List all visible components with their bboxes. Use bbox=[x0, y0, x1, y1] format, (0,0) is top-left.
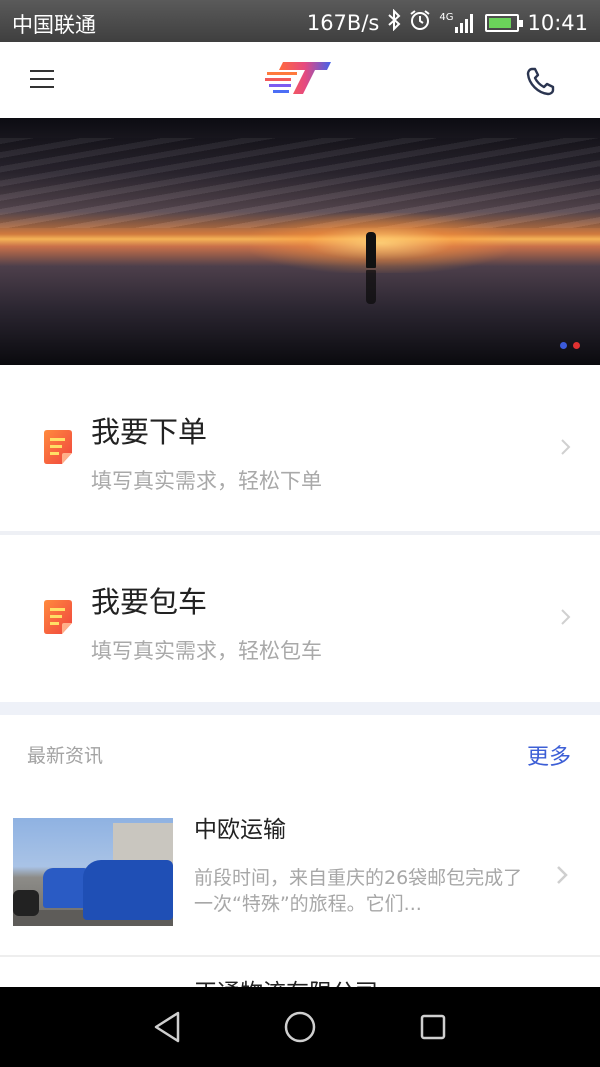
charter-vehicle-card[interactable]: 我要包车 填写真实需求，轻松包车 bbox=[0, 535, 600, 701]
card-title: 我要包车 bbox=[91, 585, 208, 619]
news-section-title: 最新资讯 bbox=[27, 745, 104, 767]
network-type: 4G bbox=[439, 11, 454, 23]
signal-bars-icon bbox=[455, 13, 474, 33]
news-description: 前段时间，来自重庆的26袋邮包完成了一次“特殊”的旅程。它们... bbox=[194, 867, 523, 915]
signal-indicator: 4G bbox=[439, 11, 474, 33]
carrier-name: 中国联通 bbox=[12, 13, 96, 37]
clock: 10:41 bbox=[527, 10, 588, 35]
home-icon[interactable] bbox=[284, 1011, 316, 1043]
news-section-header: 最新资讯 更多 bbox=[0, 715, 600, 791]
phone-icon[interactable] bbox=[524, 66, 556, 98]
list-divider bbox=[0, 955, 600, 957]
banner-carousel[interactable] bbox=[0, 118, 600, 365]
chevron-right-icon bbox=[555, 864, 569, 886]
carousel-dot bbox=[573, 342, 580, 349]
bluetooth-icon bbox=[387, 8, 401, 36]
section-divider bbox=[0, 702, 600, 715]
chevron-right-icon bbox=[560, 607, 572, 627]
card-subtitle: 填写真实需求，轻松包车 bbox=[91, 639, 322, 663]
app-header bbox=[0, 42, 600, 118]
network-speed: 167B/s bbox=[306, 10, 380, 35]
back-icon[interactable] bbox=[150, 1009, 184, 1045]
news-title: 中欧运输 bbox=[194, 817, 286, 843]
carousel-dot bbox=[560, 342, 567, 349]
battery-icon bbox=[485, 13, 524, 32]
status-bar: 中国联通 167B/s 4G 10:41 bbox=[0, 0, 600, 42]
carousel-indicator bbox=[560, 342, 580, 349]
system-navigation-bar bbox=[0, 987, 600, 1067]
news-list-item[interactable]: 中欧运输 前段时间，来自重庆的26袋邮包完成了一次“特殊”的旅程。它们... bbox=[0, 791, 600, 956]
card-subtitle: 填写真实需求，轻松下单 bbox=[91, 469, 322, 493]
brand-logo bbox=[265, 60, 333, 96]
place-order-card[interactable]: 我要下单 填写真实需求，轻松下单 bbox=[0, 365, 600, 531]
alarm-icon bbox=[409, 9, 431, 36]
charter-document-icon bbox=[40, 599, 76, 635]
more-news-link[interactable]: 更多 bbox=[527, 739, 571, 771]
card-title: 我要下单 bbox=[91, 415, 208, 449]
order-document-icon bbox=[40, 429, 76, 465]
banner-silhouette bbox=[366, 232, 376, 268]
chevron-right-icon bbox=[560, 437, 572, 457]
recent-apps-icon[interactable] bbox=[420, 1014, 446, 1040]
news-thumbnail bbox=[13, 818, 173, 926]
hamburger-menu-icon[interactable] bbox=[30, 68, 58, 90]
status-bar-right: 167B/s 4G 10:41 bbox=[306, 8, 588, 36]
